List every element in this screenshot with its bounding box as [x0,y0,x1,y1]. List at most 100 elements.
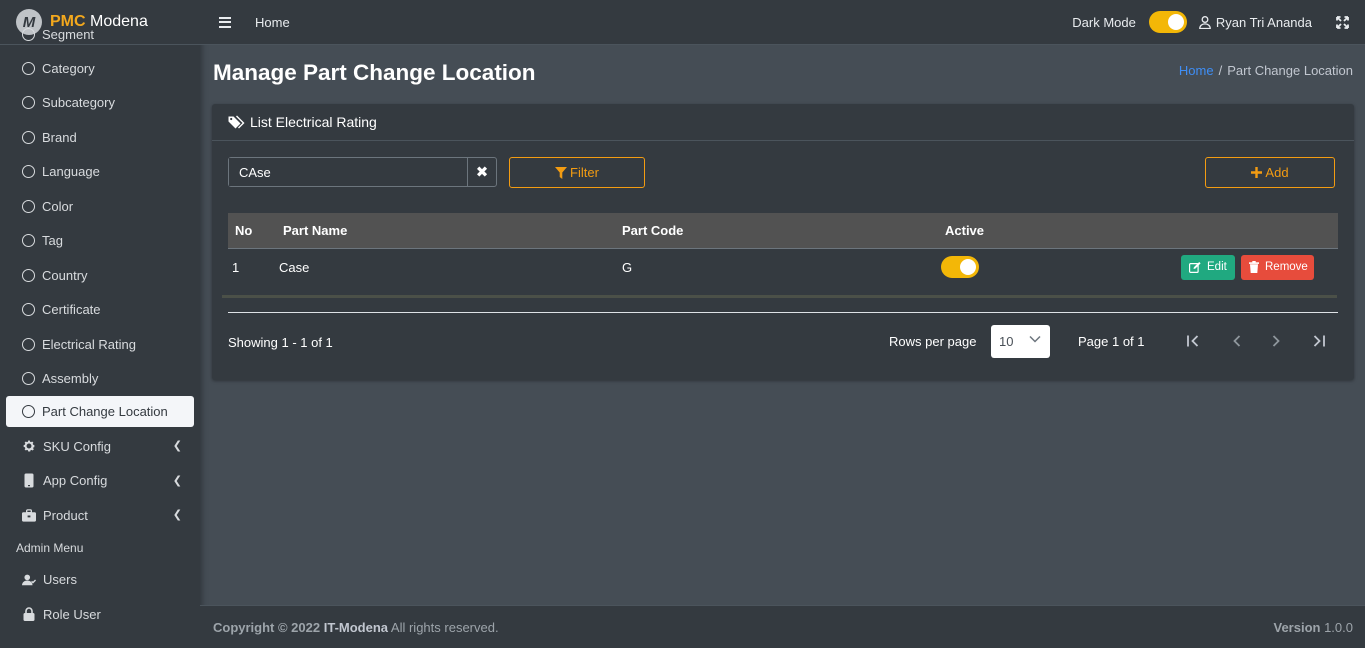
sidebar: M PMC Modena Segment Category Subcategor… [0,0,200,648]
circle-icon [22,303,35,317]
mobile-icon [22,473,36,488]
sidebar-item-subcategory[interactable]: Subcategory [6,86,194,121]
column-header-part-name[interactable]: Part Name [279,223,622,238]
next-page-icon[interactable] [1271,334,1281,348]
table-row: 1 Case G Edit Remove [228,249,1338,285]
sidebar-item-certificate[interactable]: Certificate [6,293,194,328]
rows-per-page-value: 10 [999,334,1014,349]
sidebar-group-app-config[interactable]: App Config ❮ [6,464,194,499]
breadcrumb-home-link[interactable]: Home [1179,63,1214,78]
sidebar-item-part-change-location[interactable]: Part Change Location [6,396,194,427]
sidebar-item-role-user[interactable]: Role User [6,597,194,632]
sidebar-group-label: SKU Config [43,438,111,454]
circle-icon [22,130,35,144]
dark-mode-label: Dark Mode [1072,14,1136,30]
sidebar-item-brand[interactable]: Brand [6,120,194,155]
rows-per-page-select[interactable]: 10 [991,325,1050,358]
column-header-no[interactable]: No [228,223,279,238]
chevron-left-icon: ❮ [172,474,182,487]
menu-toggle-icon[interactable] [219,16,231,28]
footer-version: Version 1.0.0 [1273,620,1353,635]
sidebar-item-color[interactable]: Color [6,189,194,224]
top-navbar: Home Dark Mode Ryan Tri Ananda [200,0,1365,45]
company-link[interactable]: IT-Modena [324,620,388,635]
edit-label: Edit [1207,261,1227,273]
column-header-part-code[interactable]: Part Code [622,223,945,238]
last-page-icon[interactable] [1312,334,1326,348]
edit-button[interactable]: Edit [1181,254,1235,280]
sidebar-item-category[interactable]: Category [6,51,194,86]
card-header: List Electrical Rating [212,104,1354,141]
briefcase-icon [22,508,36,522]
sidebar-item-country[interactable]: Country [6,258,194,293]
sidebar-item-segment[interactable]: Segment [6,17,194,51]
sidebar-item-tag[interactable]: Tag [6,224,194,259]
dark-mode-toggle[interactable] [1148,11,1187,33]
chevron-down-icon [1029,335,1041,343]
sidebar-item-label: Role User [43,606,101,622]
admin-menu-header: Admin Menu [16,540,84,555]
remove-button[interactable]: Remove [1241,254,1314,280]
remove-label: Remove [1265,261,1308,273]
horizontal-scrollbar[interactable] [222,295,1337,298]
circle-icon [22,27,35,41]
sidebar-item-label: Users [43,572,77,588]
cell-part-name: Case [279,259,310,275]
sidebar-item-label: Segment [42,26,95,42]
clear-icon[interactable]: ✖ [468,158,496,186]
cell-active [941,256,1165,278]
sidebar-item-label: Electrical Rating [42,336,136,352]
prev-page-icon[interactable] [1232,334,1242,348]
sidebar-item-label: Part Change Location [42,404,168,419]
filter-button[interactable]: Filter [509,157,645,188]
user-name[interactable]: Ryan Tri Ananda [1216,15,1312,30]
sidebar-item-label: Subcategory [42,95,115,111]
sidebar-item-label: Color [42,198,74,214]
circle-icon [22,405,35,418]
tags-icon [228,115,246,130]
breadcrumb-separator: / [1218,63,1223,78]
circle-icon [22,268,35,282]
sidebar-item-electrical-rating[interactable]: Electrical Rating [6,327,194,362]
fullscreen-icon[interactable] [1336,15,1349,29]
sidebar-group-sku-config[interactable]: SKU Config ❮ [6,429,194,464]
trash-icon [1249,261,1259,273]
gear-icon [22,439,36,453]
circle-icon [22,337,35,351]
filter-label: Filter [570,165,599,180]
search-field: ✖ [228,157,497,187]
divider [228,312,1338,313]
circle-icon [22,96,35,110]
sidebar-item-label: Country [42,267,88,283]
card-title: List Electrical Rating [250,114,377,130]
version-label: Version [1273,619,1321,635]
add-button[interactable]: Add [1205,157,1335,188]
top-home-link[interactable]: Home [255,15,290,30]
sidebar-item-label: Certificate [42,302,101,318]
breadcrumb: Home / Part Change Location [1179,63,1353,78]
column-header-active[interactable]: Active [945,223,1165,238]
page-title: Manage Part Change Location [213,60,536,85]
sidebar-item-assembly[interactable]: Assembly [6,362,194,397]
user-icon [1199,15,1211,29]
sidebar-item-label: Language [42,164,100,180]
sidebar-item-label: Tag [42,233,63,249]
sidebar-group-product[interactable]: Product ❮ [6,498,194,533]
footer-copyright: Copyright © 2022 IT-Modena All rights re… [213,620,499,635]
chevron-left-icon: ❮ [172,440,182,452]
lock-icon [22,607,36,622]
sidebar-item-users[interactable]: Users [6,563,194,598]
circle-icon [22,61,35,75]
data-table: No Part Name Part Code Active 1 Case G E… [228,213,1338,285]
active-toggle[interactable] [941,256,979,278]
list-card: List Electrical Rating ✖ Filter Add No P… [212,104,1354,380]
search-input[interactable] [229,158,468,186]
sidebar-item-language[interactable]: Language [6,155,194,190]
first-page-icon[interactable] [1186,334,1200,348]
table-header: No Part Name Part Code Active [228,213,1338,249]
users-icon [22,573,36,587]
circle-icon [22,165,35,179]
sidebar-item-label: Assembly [42,371,99,387]
copyright-prefix: Copyright © 2022 [213,619,321,635]
chevron-left-icon: ❮ [172,509,182,521]
